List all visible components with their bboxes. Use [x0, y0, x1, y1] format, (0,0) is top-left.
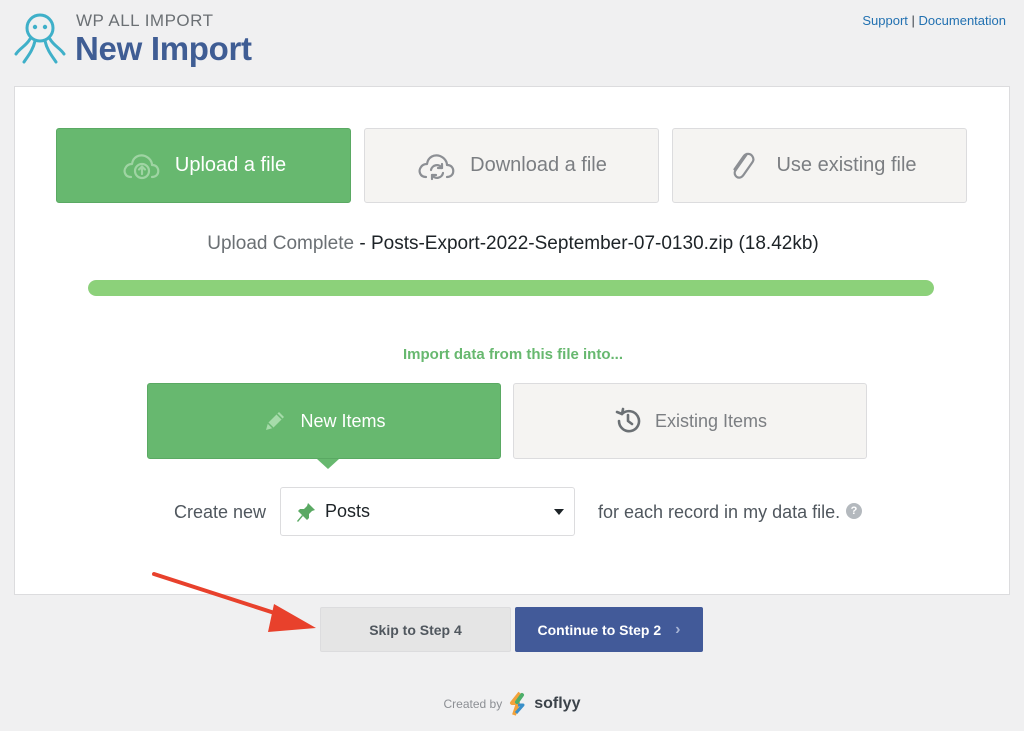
octopus-logo-icon	[14, 13, 66, 64]
upload-status: Upload Complete - Posts-Export-2022-Sept…	[15, 233, 1011, 255]
red-arrow-annotation-icon	[152, 572, 316, 632]
top-links: Support | Documentation	[862, 13, 1006, 28]
help-icon[interactable]: ?	[846, 503, 862, 519]
support-link[interactable]: Support	[862, 13, 908, 28]
new-items-button[interactable]: New Items	[147, 383, 501, 459]
import-into-heading: Import data from this file into...	[402, 346, 623, 363]
existing-items-button[interactable]: Existing Items	[513, 383, 867, 459]
import-panel: Upload a file Download a file Use existi…	[14, 86, 1010, 595]
existing-file-label: Use existing file	[776, 154, 917, 176]
post-type-value: Posts	[325, 501, 371, 521]
download-file-label: Download a file	[470, 154, 607, 176]
continue-label: Continue to Step 2	[537, 621, 662, 638]
selected-caret	[317, 459, 339, 469]
continue-to-step-2-button[interactable]: Continue to Step 2 ›	[515, 607, 703, 652]
upload-progress-bar	[88, 280, 934, 296]
footer: Created by soflyy	[0, 690, 1024, 718]
existing-items-label: Existing Items	[654, 410, 768, 431]
create-new-row: Create new Posts for each record in my d…	[15, 487, 1011, 537]
documentation-link[interactable]: Documentation	[919, 13, 1006, 28]
download-file-button[interactable]: Download a file	[364, 128, 659, 203]
create-new-label: Create new	[174, 502, 267, 522]
upload-progress-fill	[88, 280, 934, 296]
existing-file-button[interactable]: Use existing file	[672, 128, 967, 203]
upload-status-label: Upload Complete	[207, 233, 355, 254]
post-type-select[interactable]: Posts	[280, 487, 575, 536]
for-each-record-text: for each record in my data file.	[598, 502, 841, 522]
pencil-icon	[266, 412, 285, 430]
dropdown-arrow-icon	[554, 509, 564, 515]
paperclip-icon	[733, 152, 755, 179]
link-separator: |	[911, 13, 915, 28]
brand-name: WP ALL IMPORT	[76, 11, 214, 30]
upload-file-name: Posts-Export-2022-September-07-0130.zip …	[370, 233, 819, 254]
upload-file-label: Upload a file	[174, 154, 287, 176]
pushpin-icon	[297, 502, 315, 522]
new-items-label: New Items	[300, 410, 386, 431]
chevron-right-icon: ›	[675, 620, 681, 638]
created-by-text: Created by	[443, 697, 503, 711]
soflyy-brand: soflyy	[534, 695, 581, 712]
history-icon	[615, 407, 641, 433]
cloud-sync-icon	[418, 153, 455, 180]
cloud-upload-icon	[123, 153, 160, 179]
soflyy-logo-icon	[510, 691, 525, 716]
page-title: New Import	[75, 30, 252, 67]
skip-to-step-4-button[interactable]: Skip to Step 4	[320, 607, 511, 652]
page-header: WP ALL IMPORT New Import Support | Docum…	[0, 0, 1024, 86]
upload-file-button[interactable]: Upload a file	[56, 128, 351, 203]
upload-status-separator: -	[354, 233, 371, 254]
